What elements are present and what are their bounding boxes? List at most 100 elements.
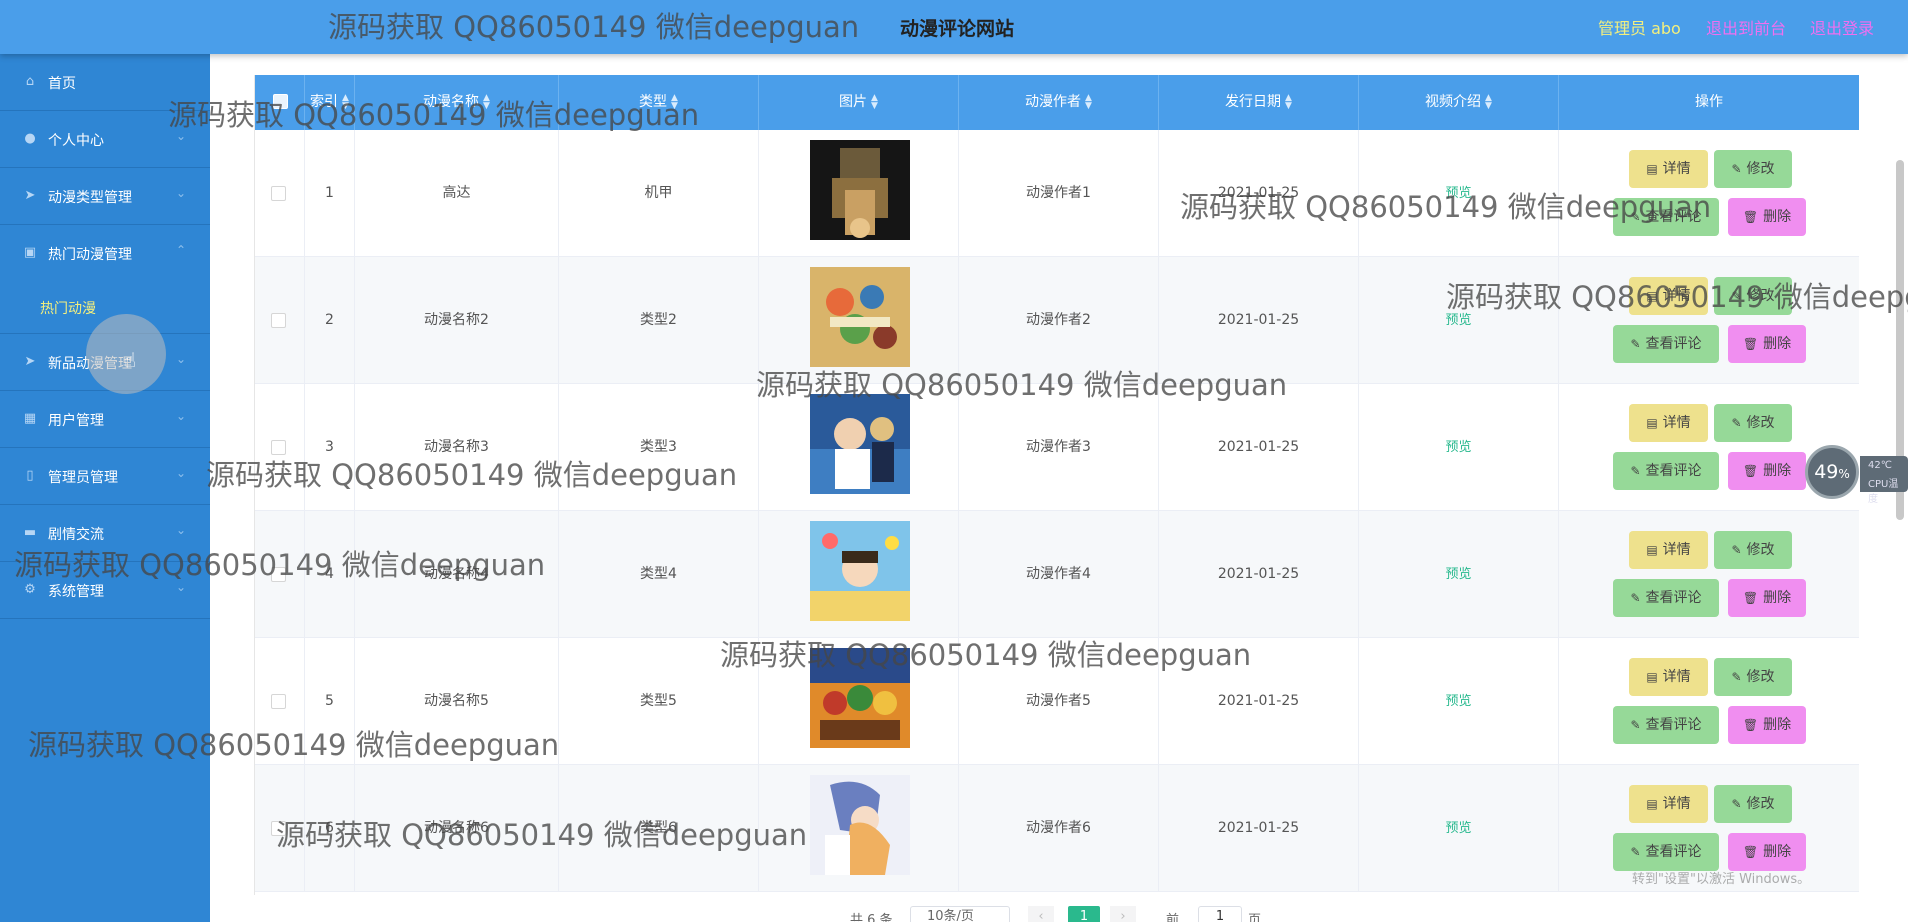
pencil-icon: ✎ — [1731, 289, 1742, 303]
edit-button[interactable]: ✎ 修改 — [1714, 150, 1792, 188]
anime-type: 类型2 — [559, 257, 759, 384]
anime-thumbnail — [810, 648, 910, 748]
video-preview-link[interactable]: 预览 — [1445, 186, 1471, 201]
row-checkbox[interactable] — [271, 313, 286, 328]
column-header[interactable]: 图片 ▲ ▼ — [759, 75, 959, 130]
column-header[interactable]: 类型 ▲ ▼ — [559, 75, 759, 130]
detail-button[interactable]: ▤ 详情 — [1629, 150, 1708, 188]
sidebar-item-label: 管理员管理 — [48, 470, 118, 486]
detail-button[interactable]: ▤ 详情 — [1629, 404, 1708, 442]
page-number-current[interactable]: 1 — [1068, 906, 1100, 922]
view-comments-button[interactable]: ✎ 查看评论 — [1613, 325, 1719, 363]
delete-button[interactable]: 🗑 删除 — [1728, 706, 1806, 744]
delete-button[interactable]: 🗑 删除 — [1728, 325, 1806, 363]
view-comments-button[interactable]: ✎ 查看评论 — [1613, 833, 1719, 871]
column-header: 操作 — [1695, 94, 1723, 110]
edit-button[interactable]: ✎ 修改 — [1714, 277, 1792, 315]
detail-button[interactable]: ▤ 详情 — [1629, 785, 1708, 823]
logout-link[interactable]: 退出登录 — [1810, 15, 1874, 39]
sidebar-item-label: 动漫类型管理 — [48, 190, 132, 206]
release-date: 2021-01-25 — [1159, 384, 1359, 511]
sidebar-item-admins[interactable]: ▯ 管理员管理 ⌄ — [0, 448, 210, 505]
release-date: 2021-01-25 — [1159, 511, 1359, 638]
video-preview-link[interactable]: 预览 — [1445, 694, 1471, 709]
gear-icon: ⚙ — [24, 582, 36, 597]
detail-button[interactable]: ▤ 详情 — [1629, 658, 1708, 696]
sidebar-item-label: 首页 — [48, 76, 76, 92]
delete-button[interactable]: 🗑 删除 — [1728, 198, 1806, 236]
sidebar-item-home[interactable]: ⌂ 首页 — [0, 54, 210, 111]
trash-icon: 🗑 — [1742, 210, 1759, 224]
table-row: 3 动漫名称3 类型3 动漫作者3 2021-01-25 预览 ▤ 详情 ✎ 修改 … — [255, 384, 1859, 511]
detail-button[interactable]: ▤ 详情 — [1629, 277, 1708, 315]
anime-author: 动漫作者6 — [959, 765, 1159, 892]
row-checkbox[interactable] — [271, 440, 286, 455]
hot-anime-table: 索引 ▲ ▼ 动漫名称 ▲ ▼ 类型 ▲ ▼ 图片 ▲ ▼ 动漫作者 ▲ ▼ 发行日期 ▲ ▼ 视频介绍… — [254, 75, 1859, 895]
trash-icon: 🗑 — [1742, 845, 1759, 859]
pencil-icon: ✎ — [1630, 591, 1641, 605]
release-date: 2021-01-25 — [1159, 765, 1359, 892]
page-size-select[interactable]: 10条/页 — [910, 906, 1010, 922]
sidebar-item-discussion[interactable]: ▬ 剧情交流 ⌄ — [0, 505, 210, 562]
prev-page-button[interactable]: ‹ — [1028, 906, 1054, 922]
table-row: 4 动漫名称4 类型4 动漫作者4 2021-01-25 预览 ▤ 详情 ✎ 修改 … — [255, 511, 1859, 638]
column-header[interactable]: 索引 ▲ ▼ — [305, 75, 355, 130]
row-index: 3 — [305, 384, 355, 511]
back-to-front-link[interactable]: 退出到前台 — [1706, 15, 1786, 39]
video-preview-link[interactable]: 预览 — [1445, 313, 1471, 328]
sidebar-item-users[interactable]: ▦ 用户管理 ⌄ — [0, 391, 210, 448]
trash-icon: 🗑 — [1742, 591, 1759, 605]
view-comments-button[interactable]: ✎ 查看评论 — [1613, 706, 1719, 744]
anime-thumbnail — [810, 267, 910, 367]
column-header[interactable]: 动漫名称 ▲ ▼ — [355, 75, 559, 130]
goto-page-input[interactable]: 1 — [1198, 906, 1242, 922]
delete-button[interactable]: 🗑 删除 — [1728, 452, 1806, 490]
row-checkbox[interactable] — [271, 694, 286, 709]
pencil-icon: ✎ — [1630, 337, 1641, 351]
video-preview-link[interactable]: 预览 — [1445, 567, 1471, 582]
pencil-icon: ✎ — [1731, 797, 1742, 811]
video-preview-link[interactable]: 预览 — [1445, 440, 1471, 455]
release-date: 2021-01-25 — [1159, 257, 1359, 384]
view-comments-button[interactable]: ✎ 查看评论 — [1613, 452, 1719, 490]
anime-type: 类型3 — [559, 384, 759, 511]
row-checkbox[interactable] — [271, 567, 286, 582]
column-header[interactable]: 发行日期 ▲ ▼ — [1159, 75, 1359, 130]
column-header[interactable]: 视频介绍 ▲ ▼ — [1359, 75, 1559, 130]
detail-button[interactable]: ▤ 详情 — [1629, 531, 1708, 569]
edit-button[interactable]: ✎ 修改 — [1714, 785, 1792, 823]
anime-thumbnail — [810, 521, 910, 621]
row-checkbox[interactable] — [271, 821, 286, 836]
anime-type: 类型5 — [559, 638, 759, 765]
video-preview-link[interactable]: 预览 — [1445, 821, 1471, 836]
edit-button[interactable]: ✎ 修改 — [1714, 658, 1792, 696]
view-comments-button[interactable]: ✎ 查看评论 — [1613, 198, 1719, 236]
user-icon: ● — [24, 131, 36, 146]
column-header[interactable]: 动漫作者 ▲ ▼ — [959, 75, 1159, 130]
sort-icon: ▲ ▼ — [871, 93, 878, 111]
sort-icon: ▲ ▼ — [483, 93, 490, 111]
row-index: 2 — [305, 257, 355, 384]
delete-button[interactable]: 🗑 删除 — [1728, 833, 1806, 871]
sidebar-item-hot-anime[interactable]: ▣ 热门动漫管理 ⌃ — [0, 225, 210, 282]
table-row: 6 动漫名称6 类型6 动漫作者6 2021-01-25 预览 ▤ 详情 ✎ 修改 … — [255, 765, 1859, 892]
row-index: 5 — [305, 638, 355, 765]
sidebar-item-profile[interactable]: ● 个人中心 ⌄ — [0, 111, 210, 168]
edit-button[interactable]: ✎ 修改 — [1714, 404, 1792, 442]
delete-button[interactable]: 🗑 删除 — [1728, 579, 1806, 617]
edit-button[interactable]: ✎ 修改 — [1714, 531, 1792, 569]
view-comments-button[interactable]: ✎ 查看评论 — [1613, 579, 1719, 617]
pencil-icon: ✎ — [1731, 416, 1742, 430]
cpu-usage-gauge[interactable]: 49% — [1805, 445, 1859, 499]
pencil-icon: ✎ — [1731, 162, 1742, 176]
next-page-button[interactable]: › — [1110, 906, 1136, 922]
sidebar-item-system[interactable]: ⚙ 系统管理 ⌄ — [0, 562, 210, 619]
row-checkbox[interactable] — [271, 186, 286, 201]
sidebar-item-anime-types[interactable]: ➤ 动漫类型管理 ⌄ — [0, 168, 210, 225]
anime-author: 动漫作者2 — [959, 257, 1159, 384]
row-index: 6 — [305, 765, 355, 892]
sidebar-item-label: 热门动漫管理 — [48, 247, 132, 263]
release-date: 2021-01-25 — [1159, 638, 1359, 765]
anime-name: 动漫名称4 — [355, 511, 559, 638]
select-all-checkbox[interactable] — [273, 94, 288, 109]
